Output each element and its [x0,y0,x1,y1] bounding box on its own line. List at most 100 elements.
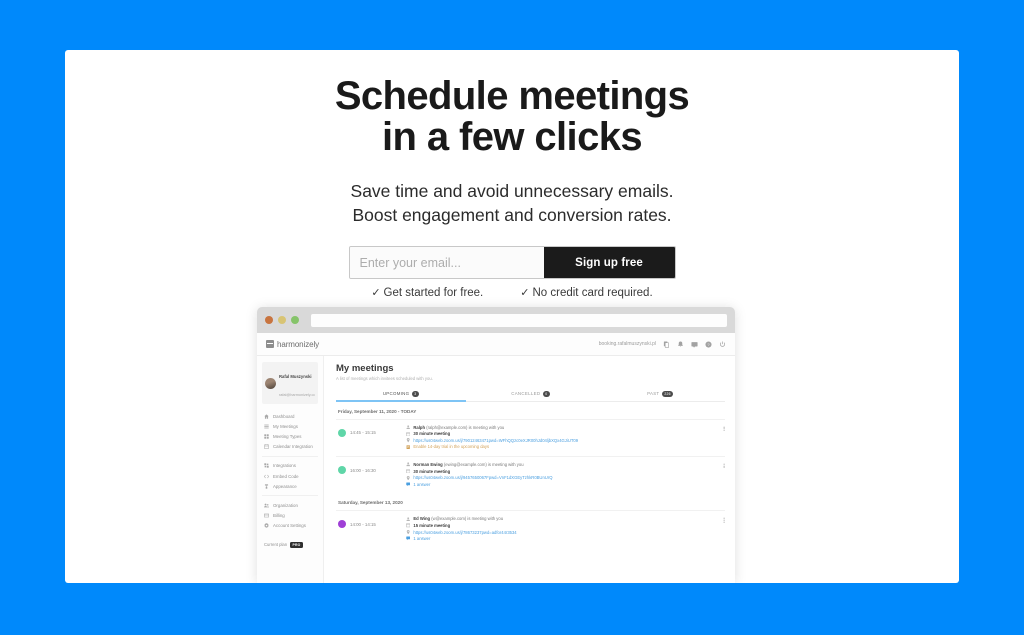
app-topbar: harmonizely booking.rafalmuszynski.pl ? [257,333,735,356]
help-icon[interactable]: ? [705,340,712,348]
brand-name: harmonizely [277,339,320,349]
tab-badge: 3 [411,391,419,397]
meeting-answers[interactable]: 1 answer [413,536,430,541]
check-icon: ✓ [371,287,381,299]
browser-address-bar [311,313,727,327]
meeting-time: 14:45 - 15:15 [350,430,376,436]
sidebar-item-integrations[interactable]: Integrations [262,461,318,471]
meetings-tabs: UPCOMING 3 CANCELLED 0 PAST 226 [336,391,725,402]
sidebar-profile[interactable]: Rafal Muszynski rafal@harmonizely.com [262,362,318,404]
meeting-answers[interactable]: 1 answer [413,482,430,487]
email-input[interactable] [349,247,544,278]
card-icon [264,513,269,518]
bell-icon[interactable] [677,340,684,348]
calendar-icon [266,340,274,348]
row-menu-icon[interactable]: • • • [717,462,725,470]
sidebar-group-main: Dashboard My Meetings Meeting Types Cale… [262,411,318,457]
answers-icon [406,482,411,487]
invitee-name: Ralph [413,424,426,430]
tab-past[interactable]: PAST 226 [595,391,725,401]
profile-email: rafal@harmonizely.com [279,393,315,397]
sidebar-label: Meeting Types [273,433,302,439]
copy-icon[interactable] [663,340,670,348]
paint-icon [264,484,269,489]
sidebar-item-account-settings[interactable]: Account Settings [262,521,318,531]
meeting-link[interactable]: https://us04web.zoom.us/j/9457650067Fpwd… [413,475,552,480]
current-plan-label: Current plan [264,542,288,548]
avatar [265,377,276,389]
check-icon: ✓ [520,287,530,299]
puzzle-icon [264,463,269,469]
close-dot-icon [265,316,273,324]
calendar-icon [406,431,411,436]
sidebar-label: Appearance [273,483,297,489]
sidebar-item-calendar-integration[interactable]: Calendar Integration [262,442,318,452]
invitee-name: Ed Wing [413,516,431,522]
meeting-link[interactable]: https://us04web.zoom.us/j/79012463471pwd… [413,438,578,443]
app-logo: harmonizely [266,340,319,349]
sidebar-item-my-meetings[interactable]: My Meetings [262,421,318,431]
location-icon [406,438,410,443]
current-plan: Current plan PRO [262,539,318,548]
status-dot [338,428,346,437]
perk-free: ✓ Get started for free. [371,286,483,299]
power-icon[interactable] [719,340,726,348]
sidebar-item-meeting-types[interactable]: Meeting Types [262,431,318,441]
perks-row: ✓ Get started for free. ✓ No credit card r… [65,286,959,299]
tab-label: CANCELLED [511,391,541,396]
sidebar-item-organization[interactable]: Organization [262,500,318,510]
note-icon [406,444,410,449]
meetings-subtitle: A list of meetings which invitees schedu… [336,376,433,381]
sidebar-item-embed-code[interactable]: Embed Code [262,471,318,481]
grid-icon [264,434,269,439]
table-row[interactable]: 16:00 - 16:30 Norman Ewing (ewing@exampl… [336,456,725,493]
sidebar-label: My Meetings [273,423,298,429]
code-icon [264,474,269,479]
app-topbar-right: booking.rafalmuszynski.pl ? [598,340,726,348]
signup-button[interactable]: Sign up free [543,247,675,278]
sidebar-item-billing[interactable]: Billing [262,511,318,521]
home-icon [264,413,269,419]
table-row[interactable]: 14:00 - 14:15 Ed Wing (w@example.com) is… [336,510,725,547]
meeting-note: Enable 14-day trial in the upcoming days [413,444,490,450]
sidebar-item-dashboard[interactable]: Dashboard [262,411,318,421]
signup-form: Sign up free [348,246,676,279]
sidebar-label: Account Settings [273,523,306,529]
chat-icon[interactable] [691,341,698,348]
calendar-icon [406,469,411,474]
table-row[interactable]: 14:45 - 15:15 Ralph (ralph@example.com) … [336,418,725,456]
maximize-dot-icon [291,316,299,324]
calendar-icon [264,444,269,449]
date-group-label: Friday, September 11, 2020 - TODAY [338,408,417,414]
meeting-link[interactable]: https://us04web.zoom.us/j/78673237pwd=ad… [413,530,516,535]
meeting-time: 14:00 - 14:15 [350,521,376,527]
row-menu-icon[interactable]: • • • [717,516,725,524]
invitee-detail: (w@example.com) is meeting with you [431,516,504,522]
sidebar: Rafal Muszynski rafal@harmonizely.com Da… [257,356,324,583]
tab-cancelled[interactable]: CANCELLED 0 [466,391,596,401]
sidebar-group-tools: Integrations Embed Code Appearance [262,461,318,497]
meeting-duration: 15 minute meeting [413,522,451,528]
row-menu-icon[interactable]: • • • [717,425,725,433]
tab-badge: 226 [661,391,674,397]
sidebar-label: Calendar Integration [273,444,313,450]
tab-upcoming[interactable]: UPCOMING 3 [336,391,466,402]
meetings-panel: My meetings A list of meetings which inv… [324,356,735,583]
headline-line-1: Schedule meetings [334,74,690,118]
product-screenshot-mockup: harmonizely booking.rafalmuszynski.pl ? … [257,307,735,583]
sidebar-label: Dashboard [273,413,295,419]
calendar-icon [406,523,411,528]
page-title: Schedule meetings in a few clicks [65,76,959,158]
browser-chrome [257,307,735,333]
tab-label: PAST [647,391,660,396]
minimize-dot-icon [278,316,286,324]
date-group-label: Saturday, September 13, 2020 [338,500,403,506]
subhead-line-1: Save time and avoid unnecessary emails. [350,181,674,201]
sidebar-item-appearance[interactable]: Appearance [262,481,318,491]
sidebar-group-account: Organization Billing Account Settings [262,500,318,535]
booking-url-label: booking.rafalmuszynski.pl [598,341,656,347]
headline-line-2: in a few clicks [381,115,643,159]
perk-free-label: Get started for free. [383,287,484,299]
sidebar-label: Embed Code [273,473,299,479]
landing-page-card: Schedule meetings in a few clicks Save t… [65,50,959,583]
